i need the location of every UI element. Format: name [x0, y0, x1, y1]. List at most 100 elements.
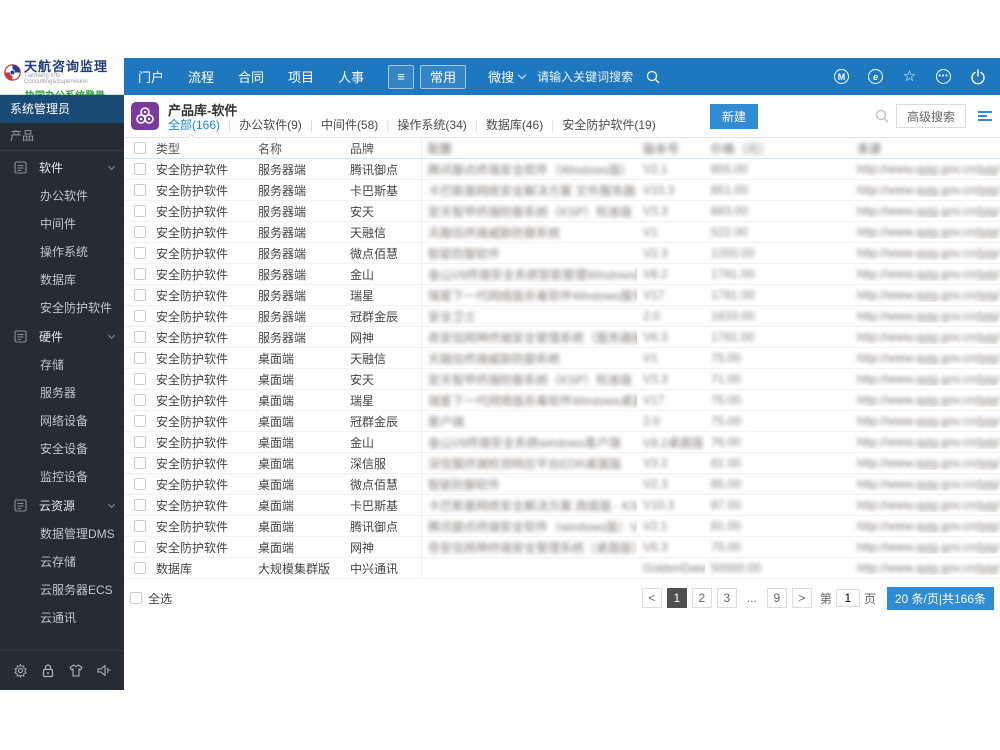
row-checkbox[interactable]: [134, 352, 146, 364]
row-checkbox[interactable]: [134, 184, 146, 196]
settings-gear-icon[interactable]: [11, 662, 29, 680]
sidebar-item-2-2[interactable]: 云服务器ECS: [0, 576, 124, 604]
table-row[interactable]: 安全防护软件 桌面端 冠群金辰 客户端 2.0 75.00 http://www.qyjg.…: [124, 411, 1000, 432]
sidebar-group-1[interactable]: 硬件: [0, 322, 124, 351]
row-checkbox[interactable]: [134, 562, 146, 574]
theme-shirt-icon[interactable]: [67, 662, 85, 680]
select-all-checkbox[interactable]: [130, 592, 142, 604]
row-checkbox[interactable]: [134, 226, 146, 238]
prev-page-button[interactable]: <: [641, 588, 662, 608]
row-checkbox[interactable]: [134, 331, 146, 343]
page-button-2[interactable]: 2: [691, 588, 712, 608]
nav-item-0[interactable]: 门户: [138, 67, 164, 86]
table-row[interactable]: 安全防护软件 桌面端 安天 安天智甲终端防御系统（KSP）标准版 V3.3 71.00 ht…: [124, 369, 1000, 390]
m-circle-icon[interactable]: M: [833, 68, 850, 85]
table-row[interactable]: 安全防护软件 服务器端 瑞星 瑞星下一代网络版杀毒软件Windows服务器版 V17 17…: [124, 285, 1000, 306]
nav-item-pinned[interactable]: 常用: [420, 64, 467, 89]
new-button[interactable]: 新建: [709, 103, 758, 129]
row-checkbox[interactable]: [134, 541, 146, 553]
tab-4[interactable]: 数据库(46): [486, 116, 543, 133]
table-row[interactable]: 安全防护软件 桌面端 瑞星 瑞星下一代网络版杀毒软件Windows桌面版 V17 75.0…: [124, 390, 1000, 411]
star-icon[interactable]: ☆: [901, 68, 918, 85]
sidebar-item-0-3[interactable]: 数据库: [0, 266, 124, 294]
table-row[interactable]: 安全防护软件 桌面端 深信服 深信服终端检测响应平台EDR桌面版 V3.2 81.00 ht…: [124, 453, 1000, 474]
table-row[interactable]: 安全防护软件 桌面端 网神 奇安信网神终端安全管理系统（桌面版） V6.3 75.00 ht…: [124, 537, 1000, 558]
nav-item-2[interactable]: 合同: [238, 67, 264, 86]
row-checkbox[interactable]: [134, 415, 146, 427]
nav-item-3[interactable]: 项目: [288, 67, 314, 86]
row-checkbox[interactable]: [134, 499, 146, 511]
sidebar-item-1-1[interactable]: 服务器: [0, 379, 124, 407]
tab-0[interactable]: 全部(166): [168, 116, 220, 133]
page-button-9[interactable]: 9: [766, 588, 787, 608]
advanced-search-button[interactable]: 高级搜索: [895, 104, 966, 128]
table-row[interactable]: 安全防护软件 服务器端 腾讯御点 腾讯御点终端安全软件（Windows版） V2.1 85…: [124, 159, 1000, 180]
sidebar-item-0-0[interactable]: 办公软件: [0, 182, 124, 210]
table-row[interactable]: 安全防护软件 桌面端 金山 金山V8终端安全系统windows客户端 V8.2桌面版 76…: [124, 432, 1000, 453]
table-row[interactable]: 安全防护软件 服务器端 微点佰慧 智能防御软件 V2.3 1200.00 http://ww…: [124, 243, 1000, 264]
tab-3[interactable]: 操作系统(34): [397, 116, 466, 133]
sidebar-group-2[interactable]: 云资源: [0, 491, 124, 520]
tab-2[interactable]: 中间件(58): [321, 116, 378, 133]
table-row[interactable]: 安全防护软件 桌面端 微点佰慧 智能防御软件 V2.3 85.00 http://www.q…: [124, 474, 1000, 495]
page-size-summary[interactable]: 20 条/页|共166条: [886, 586, 994, 610]
table-row[interactable]: 安全防护软件 服务器端 网神 奇安信网神终端安全管理系统（服务器版） V6.3 1791.…: [124, 327, 1000, 348]
select-all-header-checkbox[interactable]: [124, 142, 150, 154]
row-checkbox[interactable]: [134, 247, 146, 259]
table-row[interactable]: 安全防护软件 桌面端 天融信 天融信终端威胁防御系统 V1 75.00 http://www…: [124, 348, 1000, 369]
row-checkbox[interactable]: [134, 394, 146, 406]
table-search-input[interactable]: [765, 104, 874, 128]
nav-item-4[interactable]: 人事: [338, 67, 364, 86]
list-view-icon[interactable]: [978, 111, 992, 121]
sidebar-item-2-3[interactable]: 云通讯: [0, 604, 124, 632]
sidebar-item-1-0[interactable]: 存储: [0, 351, 124, 379]
select-all-control[interactable]: 全选: [130, 590, 172, 607]
row-checkbox[interactable]: [134, 457, 146, 469]
table-row[interactable]: 安全防护软件 桌面端 卡巴斯基 卡巴斯基网络安全解决方案 高级版 - KSC V10.3…: [124, 495, 1000, 516]
row-checkbox[interactable]: [134, 373, 146, 385]
page-jump-input[interactable]: [835, 589, 860, 607]
power-icon[interactable]: [969, 68, 986, 85]
sidebar-item-2-0[interactable]: 数据管理DMS: [0, 520, 124, 548]
row-checkbox[interactable]: [134, 289, 146, 301]
sound-speaker-icon[interactable]: [95, 662, 113, 680]
menu-icon[interactable]: ≡: [388, 64, 415, 89]
nav-item-1[interactable]: 流程: [188, 67, 214, 86]
row-checkbox[interactable]: [134, 163, 146, 175]
row-checkbox[interactable]: [134, 268, 146, 280]
page-button-1[interactable]: 1: [666, 588, 687, 608]
next-page-button[interactable]: >: [791, 588, 812, 608]
row-checkbox[interactable]: [134, 478, 146, 490]
row-checkbox[interactable]: [134, 520, 146, 532]
sidebar-item-0-4[interactable]: 安全防护软件: [0, 294, 124, 322]
sidebar-item-2-1[interactable]: 云存储: [0, 548, 124, 576]
cell-price-blurred: 76.00: [705, 435, 851, 449]
sidebar-item-0-1[interactable]: 中间件: [0, 210, 124, 238]
row-checkbox[interactable]: [134, 310, 146, 322]
row-checkbox[interactable]: [134, 436, 146, 448]
message-e-icon[interactable]: e: [867, 68, 884, 85]
table-row[interactable]: 数据库 大规模集群版 中兴通讯 GoldenData s... 50000.00 http…: [124, 558, 1000, 579]
sidebar-item-1-2[interactable]: 网络设备: [0, 407, 124, 435]
global-search-input[interactable]: [537, 69, 646, 84]
page-button-3[interactable]: 3: [716, 588, 737, 608]
search-scope-label[interactable]: 微搜: [488, 67, 514, 86]
row-checkbox[interactable]: [134, 205, 146, 217]
tab-5[interactable]: 安全防护软件(19): [562, 116, 655, 133]
search-icon[interactable]: [645, 69, 661, 85]
table-row[interactable]: 安全防护软件 服务器端 金山 金山V8终端安全系统智能管理Windows服务器版 V8.…: [124, 264, 1000, 285]
table-row[interactable]: 安全防护软件 服务器端 卡巴斯基 卡巴斯基网络安全解决方案 文件服务器… V10.3 85…: [124, 180, 1000, 201]
lock-icon[interactable]: [39, 662, 57, 680]
sidebar-item-1-3[interactable]: 安全设备: [0, 435, 124, 463]
table-search-icon[interactable]: [874, 108, 890, 124]
sidebar-item-0-2[interactable]: 操作系统: [0, 238, 124, 266]
sidebar-role[interactable]: 系统管理员: [0, 95, 124, 123]
table-row[interactable]: 安全防护软件 服务器端 冠群金辰 安全卫士 2.0 1833.00 http://www.q…: [124, 306, 1000, 327]
table-row[interactable]: 安全防护软件 服务器端 安天 安天智甲终端防御系统（KSP）标准版 V3.3 883.00…: [124, 201, 1000, 222]
sidebar-group-0[interactable]: 软件: [0, 153, 124, 182]
tab-1[interactable]: 办公软件(9): [239, 116, 302, 133]
table-row[interactable]: 安全防护软件 桌面端 腾讯御点 腾讯御点终端安全软件（windows版）V2.1 V2.…: [124, 516, 1000, 537]
more-dots-icon[interactable]: •••: [935, 68, 952, 85]
table-row[interactable]: 安全防护软件 服务器端 天融信 天融信终端威胁防御系统 V1 522.00 http://w…: [124, 222, 1000, 243]
sidebar-item-1-4[interactable]: 监控设备: [0, 463, 124, 491]
